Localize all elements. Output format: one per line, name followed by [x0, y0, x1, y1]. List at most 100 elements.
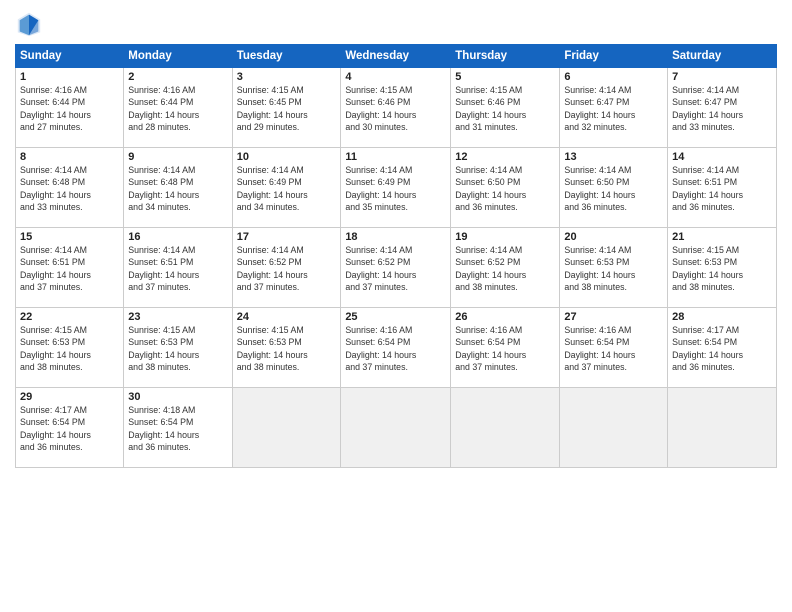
- day-cell: 3Sunrise: 4:15 AMSunset: 6:45 PMDaylight…: [232, 68, 341, 148]
- day-cell: 10Sunrise: 4:14 AMSunset: 6:49 PMDayligh…: [232, 148, 341, 228]
- day-cell: 2Sunrise: 4:16 AMSunset: 6:44 PMDaylight…: [124, 68, 232, 148]
- day-info: Sunrise: 4:15 AMSunset: 6:53 PMDaylight:…: [128, 324, 227, 373]
- day-info: Sunrise: 4:15 AMSunset: 6:46 PMDaylight:…: [455, 84, 555, 133]
- col-wednesday: Wednesday: [341, 45, 451, 68]
- day-cell: 28Sunrise: 4:17 AMSunset: 6:54 PMDayligh…: [668, 308, 777, 388]
- day-info: Sunrise: 4:15 AMSunset: 6:46 PMDaylight:…: [345, 84, 446, 133]
- calendar: Sunday Monday Tuesday Wednesday Thursday…: [15, 44, 777, 468]
- day-number: 16: [128, 231, 227, 243]
- day-cell: 25Sunrise: 4:16 AMSunset: 6:54 PMDayligh…: [341, 308, 451, 388]
- day-info: Sunrise: 4:14 AMSunset: 6:51 PMDaylight:…: [128, 244, 227, 293]
- day-number: 21: [672, 231, 772, 243]
- day-number: 15: [20, 231, 119, 243]
- day-number: 13: [564, 151, 663, 163]
- header: [15, 10, 777, 38]
- day-number: 6: [564, 71, 663, 83]
- day-number: 5: [455, 71, 555, 83]
- day-number: 27: [564, 311, 663, 323]
- day-cell: 5Sunrise: 4:15 AMSunset: 6:46 PMDaylight…: [451, 68, 560, 148]
- day-cell: [341, 388, 451, 468]
- week-row-1: 1Sunrise: 4:16 AMSunset: 6:44 PMDaylight…: [16, 68, 777, 148]
- day-number: 25: [345, 311, 446, 323]
- day-info: Sunrise: 4:14 AMSunset: 6:51 PMDaylight:…: [20, 244, 119, 293]
- day-cell: 18Sunrise: 4:14 AMSunset: 6:52 PMDayligh…: [341, 228, 451, 308]
- day-number: 24: [237, 311, 337, 323]
- day-info: Sunrise: 4:14 AMSunset: 6:51 PMDaylight:…: [672, 164, 772, 213]
- day-cell: 4Sunrise: 4:15 AMSunset: 6:46 PMDaylight…: [341, 68, 451, 148]
- day-cell: 27Sunrise: 4:16 AMSunset: 6:54 PMDayligh…: [560, 308, 668, 388]
- day-info: Sunrise: 4:14 AMSunset: 6:53 PMDaylight:…: [564, 244, 663, 293]
- day-number: 11: [345, 151, 446, 163]
- day-cell: 8Sunrise: 4:14 AMSunset: 6:48 PMDaylight…: [16, 148, 124, 228]
- day-cell: 21Sunrise: 4:15 AMSunset: 6:53 PMDayligh…: [668, 228, 777, 308]
- day-cell: 7Sunrise: 4:14 AMSunset: 6:47 PMDaylight…: [668, 68, 777, 148]
- day-number: 10: [237, 151, 337, 163]
- day-number: 26: [455, 311, 555, 323]
- day-cell: 30Sunrise: 4:18 AMSunset: 6:54 PMDayligh…: [124, 388, 232, 468]
- day-info: Sunrise: 4:16 AMSunset: 6:44 PMDaylight:…: [20, 84, 119, 133]
- day-number: 20: [564, 231, 663, 243]
- day-info: Sunrise: 4:14 AMSunset: 6:52 PMDaylight:…: [345, 244, 446, 293]
- day-info: Sunrise: 4:15 AMSunset: 6:53 PMDaylight:…: [237, 324, 337, 373]
- day-cell: 14Sunrise: 4:14 AMSunset: 6:51 PMDayligh…: [668, 148, 777, 228]
- day-cell: 11Sunrise: 4:14 AMSunset: 6:49 PMDayligh…: [341, 148, 451, 228]
- day-info: Sunrise: 4:18 AMSunset: 6:54 PMDaylight:…: [128, 404, 227, 453]
- day-number: 18: [345, 231, 446, 243]
- day-number: 19: [455, 231, 555, 243]
- week-row-5: 29Sunrise: 4:17 AMSunset: 6:54 PMDayligh…: [16, 388, 777, 468]
- day-cell: [668, 388, 777, 468]
- col-sunday: Sunday: [16, 45, 124, 68]
- day-cell: 1Sunrise: 4:16 AMSunset: 6:44 PMDaylight…: [16, 68, 124, 148]
- logo: [15, 10, 47, 38]
- day-info: Sunrise: 4:14 AMSunset: 6:48 PMDaylight:…: [20, 164, 119, 213]
- col-friday: Friday: [560, 45, 668, 68]
- day-info: Sunrise: 4:14 AMSunset: 6:50 PMDaylight:…: [455, 164, 555, 213]
- day-number: 28: [672, 311, 772, 323]
- day-info: Sunrise: 4:15 AMSunset: 6:45 PMDaylight:…: [237, 84, 337, 133]
- day-info: Sunrise: 4:14 AMSunset: 6:47 PMDaylight:…: [672, 84, 772, 133]
- day-cell: 29Sunrise: 4:17 AMSunset: 6:54 PMDayligh…: [16, 388, 124, 468]
- col-saturday: Saturday: [668, 45, 777, 68]
- week-row-3: 15Sunrise: 4:14 AMSunset: 6:51 PMDayligh…: [16, 228, 777, 308]
- day-number: 29: [20, 391, 119, 403]
- day-cell: 16Sunrise: 4:14 AMSunset: 6:51 PMDayligh…: [124, 228, 232, 308]
- day-cell: [232, 388, 341, 468]
- day-number: 23: [128, 311, 227, 323]
- day-cell: 9Sunrise: 4:14 AMSunset: 6:48 PMDaylight…: [124, 148, 232, 228]
- col-thursday: Thursday: [451, 45, 560, 68]
- day-cell: 26Sunrise: 4:16 AMSunset: 6:54 PMDayligh…: [451, 308, 560, 388]
- week-row-2: 8Sunrise: 4:14 AMSunset: 6:48 PMDaylight…: [16, 148, 777, 228]
- day-info: Sunrise: 4:16 AMSunset: 6:54 PMDaylight:…: [564, 324, 663, 373]
- day-cell: [451, 388, 560, 468]
- day-number: 7: [672, 71, 772, 83]
- day-cell: 24Sunrise: 4:15 AMSunset: 6:53 PMDayligh…: [232, 308, 341, 388]
- day-number: 3: [237, 71, 337, 83]
- day-cell: 19Sunrise: 4:14 AMSunset: 6:52 PMDayligh…: [451, 228, 560, 308]
- day-number: 14: [672, 151, 772, 163]
- logo-icon: [15, 10, 43, 38]
- day-info: Sunrise: 4:14 AMSunset: 6:52 PMDaylight:…: [237, 244, 337, 293]
- day-number: 8: [20, 151, 119, 163]
- day-number: 9: [128, 151, 227, 163]
- day-number: 17: [237, 231, 337, 243]
- day-cell: 22Sunrise: 4:15 AMSunset: 6:53 PMDayligh…: [16, 308, 124, 388]
- day-number: 22: [20, 311, 119, 323]
- day-info: Sunrise: 4:15 AMSunset: 6:53 PMDaylight:…: [20, 324, 119, 373]
- week-row-4: 22Sunrise: 4:15 AMSunset: 6:53 PMDayligh…: [16, 308, 777, 388]
- day-info: Sunrise: 4:17 AMSunset: 6:54 PMDaylight:…: [672, 324, 772, 373]
- day-info: Sunrise: 4:14 AMSunset: 6:49 PMDaylight:…: [237, 164, 337, 213]
- day-info: Sunrise: 4:14 AMSunset: 6:49 PMDaylight:…: [345, 164, 446, 213]
- day-number: 4: [345, 71, 446, 83]
- day-info: Sunrise: 4:14 AMSunset: 6:47 PMDaylight:…: [564, 84, 663, 133]
- day-cell: [560, 388, 668, 468]
- day-cell: 15Sunrise: 4:14 AMSunset: 6:51 PMDayligh…: [16, 228, 124, 308]
- day-cell: 12Sunrise: 4:14 AMSunset: 6:50 PMDayligh…: [451, 148, 560, 228]
- col-monday: Monday: [124, 45, 232, 68]
- day-info: Sunrise: 4:15 AMSunset: 6:53 PMDaylight:…: [672, 244, 772, 293]
- day-info: Sunrise: 4:16 AMSunset: 6:54 PMDaylight:…: [455, 324, 555, 373]
- header-row: Sunday Monday Tuesday Wednesday Thursday…: [16, 45, 777, 68]
- day-info: Sunrise: 4:14 AMSunset: 6:48 PMDaylight:…: [128, 164, 227, 213]
- day-number: 1: [20, 71, 119, 83]
- day-info: Sunrise: 4:14 AMSunset: 6:52 PMDaylight:…: [455, 244, 555, 293]
- day-cell: 13Sunrise: 4:14 AMSunset: 6:50 PMDayligh…: [560, 148, 668, 228]
